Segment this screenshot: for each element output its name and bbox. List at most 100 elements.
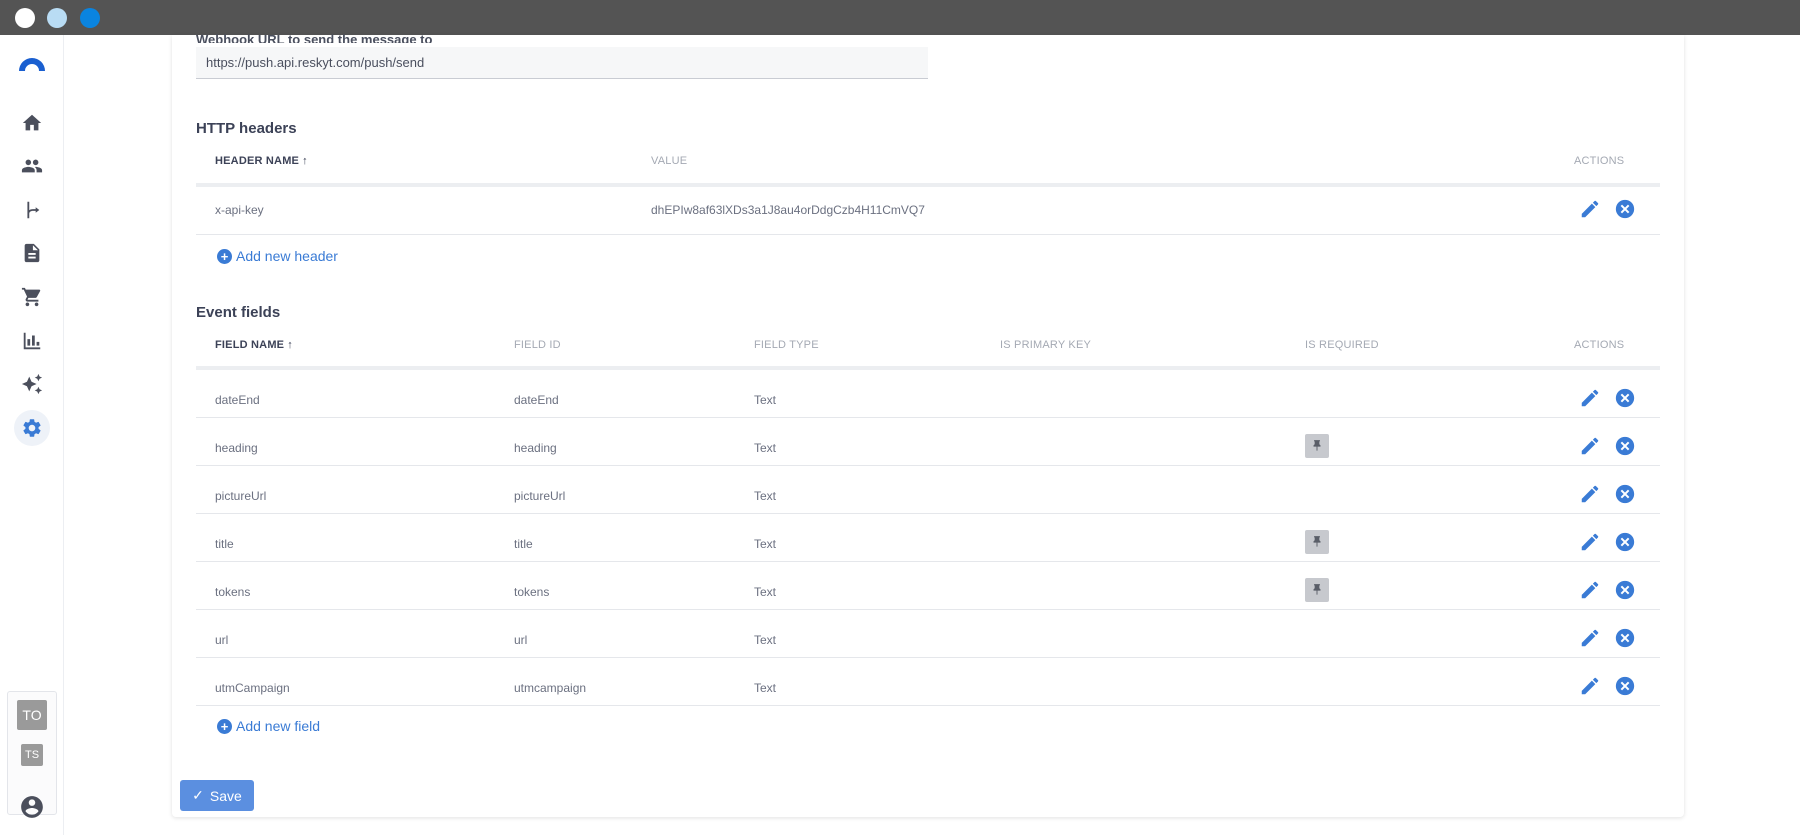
cart-icon — [21, 287, 41, 307]
edit-field-button[interactable] — [1579, 531, 1601, 553]
sparkle-icon — [21, 373, 43, 395]
edit-field-button[interactable] — [1579, 483, 1601, 505]
sidebar-item-people[interactable] — [14, 148, 50, 184]
field-type-cell: Text — [754, 393, 777, 407]
account-button[interactable] — [19, 794, 45, 820]
edit-field-button[interactable] — [1579, 579, 1601, 601]
field-name-cell: pictureUrl — [215, 489, 267, 503]
add-new-header-link[interactable]: + Add new header — [217, 248, 338, 264]
field-type-cell: Text — [754, 441, 777, 455]
close-circle-icon — [1615, 199, 1635, 219]
delete-field-button[interactable] — [1614, 435, 1636, 457]
delete-header-button[interactable] — [1614, 198, 1636, 220]
pencil-icon — [1581, 581, 1599, 599]
field-type-cell: Text — [754, 681, 777, 695]
pencil-icon — [1581, 485, 1599, 503]
field-actions-column: ACTIONS — [1574, 339, 1625, 351]
is-required-column: IS REQUIRED — [1305, 339, 1379, 351]
close-circle-icon — [1615, 388, 1635, 408]
required-pin-badge — [1305, 434, 1329, 458]
gear-icon — [23, 419, 41, 437]
close-window-button[interactable] — [15, 8, 35, 28]
edit-field-button[interactable] — [1579, 675, 1601, 697]
field-type-column: FIELD TYPE — [754, 339, 819, 351]
bar-chart-icon — [23, 332, 41, 350]
delete-field-button[interactable] — [1614, 627, 1636, 649]
save-button[interactable]: ✓ Save — [180, 780, 254, 811]
workspace-primary-avatar[interactable]: TO — [17, 700, 47, 730]
field-row-divider — [196, 657, 1660, 658]
field-name-column[interactable]: FIELD NAME ↑ — [215, 339, 293, 351]
pencil-icon — [1581, 200, 1599, 218]
event-fields-title: Event fields — [196, 304, 281, 321]
add-circle-icon: + — [217, 718, 232, 734]
delete-field-button[interactable] — [1614, 531, 1636, 553]
sidebar: TO TS — [0, 35, 64, 835]
field-id-cell: url — [514, 633, 528, 647]
field-name-cell: dateEnd — [215, 393, 260, 407]
field-row-divider — [196, 561, 1660, 562]
save-button-label: Save — [209, 787, 242, 804]
http-headers-title: HTTP headers — [196, 120, 297, 137]
delete-field-button[interactable] — [1614, 675, 1636, 697]
document-icon — [24, 243, 40, 263]
add-new-field-link[interactable]: + Add new field — [217, 718, 320, 734]
pencil-icon — [1581, 533, 1599, 551]
required-pin-badge — [1305, 578, 1329, 602]
is-primary-key-column: IS PRIMARY KEY — [1000, 339, 1092, 351]
sidebar-item-documents[interactable] — [14, 235, 50, 271]
field-id-cell: tokens — [514, 585, 550, 599]
pin-icon — [1313, 584, 1321, 595]
field-name-cell: utmCampaign — [215, 681, 290, 695]
sidebar-item-home[interactable] — [14, 105, 50, 141]
header-actions-column: ACTIONS — [1574, 155, 1625, 167]
home-icon — [22, 114, 42, 131]
sidebar-item-flows[interactable] — [14, 192, 50, 228]
workspace-secondary-avatar[interactable]: TS — [21, 744, 43, 766]
sidebar-item-ai[interactable] — [14, 366, 50, 402]
sidebar-item-settings[interactable] — [14, 410, 50, 446]
field-id-cell: heading — [514, 441, 557, 455]
header-table-head-rule — [196, 183, 1660, 187]
field-row-divider — [196, 465, 1660, 466]
field-row-divider — [196, 705, 1660, 706]
header-value-cell: dhEPIw8af63lXDs3a1J8au4orDdgCzb4H11CmVQ7 — [651, 203, 925, 217]
delete-field-button[interactable] — [1614, 387, 1636, 409]
webhook-url-label: Webhook URL to send the message to — [196, 32, 433, 43]
edit-field-button[interactable] — [1579, 435, 1601, 457]
edit-field-button[interactable] — [1579, 627, 1601, 649]
field-id-cell: title — [514, 537, 533, 551]
sidebar-item-cart[interactable] — [14, 279, 50, 315]
zoom-window-button[interactable] — [80, 8, 100, 28]
delete-field-button[interactable] — [1614, 483, 1636, 505]
field-id-column: FIELD ID — [514, 339, 561, 351]
field-name-cell: heading — [215, 441, 258, 455]
account-circle-icon — [21, 796, 43, 818]
field-row-divider — [196, 513, 1660, 514]
close-circle-icon — [1615, 628, 1635, 648]
field-type-cell: Text — [754, 585, 777, 599]
field-id-cell: utmcampaign — [514, 681, 587, 695]
branch-icon — [27, 201, 40, 219]
close-circle-icon — [1615, 580, 1635, 600]
field-name-cell: tokens — [215, 585, 251, 599]
people-icon — [21, 159, 43, 173]
pin-icon — [1313, 536, 1321, 547]
sidebar-item-analytics[interactable] — [14, 323, 50, 359]
sort-ascending-icon: ↑ — [287, 339, 293, 351]
field-type-cell: Text — [754, 489, 777, 503]
field-type-cell: Text — [754, 537, 777, 551]
add-circle-icon: + — [217, 248, 232, 264]
field-id-cell: dateEnd — [514, 393, 559, 407]
close-circle-icon — [1615, 532, 1635, 552]
webhook-url-input[interactable] — [196, 47, 928, 79]
header-name-column[interactable]: HEADER NAME ↑ — [215, 155, 308, 167]
minimize-window-button[interactable] — [47, 8, 67, 28]
edit-header-button[interactable] — [1579, 198, 1601, 220]
close-circle-icon — [1615, 484, 1635, 504]
header-value-column: VALUE — [651, 155, 688, 167]
field-row-divider — [196, 609, 1660, 610]
edit-field-button[interactable] — [1579, 387, 1601, 409]
delete-field-button[interactable] — [1614, 579, 1636, 601]
app-logo-icon[interactable] — [17, 55, 47, 71]
